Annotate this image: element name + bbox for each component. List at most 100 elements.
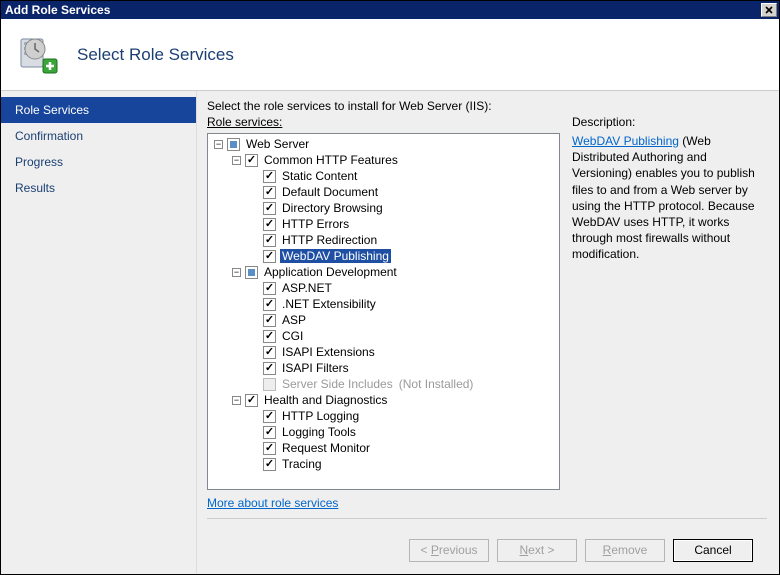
collapse-icon[interactable]: − (232, 268, 241, 277)
tree-node[interactable]: ASP (208, 312, 559, 328)
step-confirmation[interactable]: Confirmation (1, 123, 196, 149)
tree-node-label[interactable]: Logging Tools (280, 425, 358, 439)
tree-node-label[interactable]: Health and Diagnostics (262, 393, 389, 407)
tree-node-label[interactable]: Web Server (244, 137, 311, 151)
collapse-icon[interactable]: − (214, 140, 223, 149)
tree-checkbox[interactable] (263, 202, 276, 215)
collapse-icon[interactable]: − (232, 396, 241, 405)
tree-node-label[interactable]: Server Side Includes (280, 377, 395, 391)
expander-spacer (250, 348, 259, 357)
tree-checkbox[interactable] (263, 186, 276, 199)
tree-node-label[interactable]: Directory Browsing (280, 201, 385, 215)
tree-node[interactable]: ASP.NET (208, 280, 559, 296)
tree-node-label[interactable]: CGI (280, 329, 305, 343)
expander-spacer (250, 364, 259, 373)
description-body: (Web Distributed Authoring and Versionin… (572, 134, 755, 261)
tree-node-label[interactable]: .NET Extensibility (280, 297, 378, 311)
tree-node-label[interactable]: HTTP Errors (280, 217, 351, 231)
tree-checkbox[interactable] (245, 154, 258, 167)
description-link[interactable]: WebDAV Publishing (572, 134, 679, 148)
tree-checkbox[interactable] (263, 458, 276, 471)
tree-node-label[interactable]: Request Monitor (280, 441, 372, 455)
description-text: WebDAV Publishing (Web Distributed Autho… (572, 133, 767, 263)
tree-node-label[interactable]: Default Document (280, 185, 380, 199)
tree-node[interactable]: Default Document (208, 184, 559, 200)
tree-node-label[interactable]: WebDAV Publishing (280, 249, 391, 263)
role-services-tree[interactable]: −Web Server−Common HTTP FeaturesStatic C… (207, 133, 560, 490)
expander-spacer (250, 188, 259, 197)
tree-node[interactable]: .NET Extensibility (208, 296, 559, 312)
tree-node-label[interactable]: ASP (280, 313, 308, 327)
tree-checkbox[interactable] (227, 138, 240, 151)
collapse-icon[interactable]: − (232, 156, 241, 165)
tree-node[interactable]: − Health and Diagnostics (208, 392, 559, 408)
tree-node-label[interactable]: Static Content (280, 169, 359, 183)
tree-checkbox[interactable] (263, 314, 276, 327)
tree-node[interactable]: − Web Server (208, 136, 559, 152)
description-label: Description: (572, 115, 767, 129)
tree-checkbox[interactable] (263, 330, 276, 343)
tree-node[interactable]: ISAPI Filters (208, 360, 559, 376)
steps-sidebar: Role Services Confirmation Progress Resu… (1, 91, 196, 574)
tree-checkbox[interactable] (263, 410, 276, 423)
cancel-button[interactable]: Cancel (673, 539, 753, 562)
expander-spacer (250, 172, 259, 181)
more-about-link[interactable]: More about role services (207, 496, 560, 510)
tree-node[interactable]: Request Monitor (208, 440, 559, 456)
tree-checkbox[interactable] (263, 362, 276, 375)
tree-node[interactable]: Tracing (208, 456, 559, 472)
tree-node[interactable]: Directory Browsing (208, 200, 559, 216)
tree-node[interactable]: WebDAV Publishing (208, 248, 559, 264)
tree-node-label[interactable]: HTTP Redirection (280, 233, 379, 247)
expander-spacer (250, 412, 259, 421)
step-results[interactable]: Results (1, 175, 196, 201)
tree-node[interactable]: Static Content (208, 168, 559, 184)
window-title: Add Role Services (5, 3, 761, 17)
tree-checkbox[interactable] (263, 346, 276, 359)
tree-node-label[interactable]: HTTP Logging (280, 409, 361, 423)
instruction-text: Select the role services to install for … (207, 99, 767, 113)
tree-node-label[interactable]: ISAPI Extensions (280, 345, 377, 359)
tree-checkbox[interactable] (263, 218, 276, 231)
tree-node-label[interactable]: Tracing (280, 457, 324, 471)
previous-button[interactable]: < Previous (409, 539, 489, 562)
tree-node[interactable]: Logging Tools (208, 424, 559, 440)
tree-node[interactable]: − Common HTTP Features (208, 152, 559, 168)
tree-checkbox[interactable] (263, 442, 276, 455)
tree-node-label[interactable]: Common HTTP Features (262, 153, 400, 167)
expander-spacer (250, 316, 259, 325)
expander-spacer (250, 204, 259, 213)
tree-node-label[interactable]: ISAPI Filters (280, 361, 351, 375)
tree-node[interactable]: CGI (208, 328, 559, 344)
expander-spacer (250, 444, 259, 453)
expander-spacer (250, 284, 259, 293)
tree-node[interactable]: HTTP Logging (208, 408, 559, 424)
tree-checkbox[interactable] (263, 250, 276, 263)
tree-checkbox[interactable] (245, 266, 258, 279)
tree-checkbox[interactable] (245, 394, 258, 407)
tree-node[interactable]: Server Side Includes (Not Installed) (208, 376, 559, 392)
step-progress[interactable]: Progress (1, 149, 196, 175)
tree-node[interactable]: HTTP Errors (208, 216, 559, 232)
expander-spacer (250, 428, 259, 437)
tree-checkbox[interactable] (263, 426, 276, 439)
titlebar: Add Role Services (1, 1, 779, 19)
tree-checkbox[interactable] (263, 298, 276, 311)
expander-spacer (250, 380, 259, 389)
not-installed-hint: (Not Installed) (399, 377, 474, 391)
separator (207, 518, 767, 519)
expander-spacer (250, 236, 259, 245)
tree-node[interactable]: HTTP Redirection (208, 232, 559, 248)
tree-node-label[interactable]: ASP.NET (280, 281, 334, 295)
next-button[interactable]: Next > (497, 539, 577, 562)
tree-checkbox[interactable] (263, 282, 276, 295)
tree-node-label[interactable]: Application Development (262, 265, 399, 279)
close-button[interactable] (761, 3, 777, 17)
tree-checkbox[interactable] (263, 234, 276, 247)
tree-checkbox[interactable] (263, 170, 276, 183)
remove-button[interactable]: Remove (585, 539, 665, 562)
tree-node[interactable]: − Application Development (208, 264, 559, 280)
wizard-body: Role Services Confirmation Progress Resu… (1, 91, 779, 574)
step-role-services[interactable]: Role Services (1, 97, 196, 123)
tree-node[interactable]: ISAPI Extensions (208, 344, 559, 360)
